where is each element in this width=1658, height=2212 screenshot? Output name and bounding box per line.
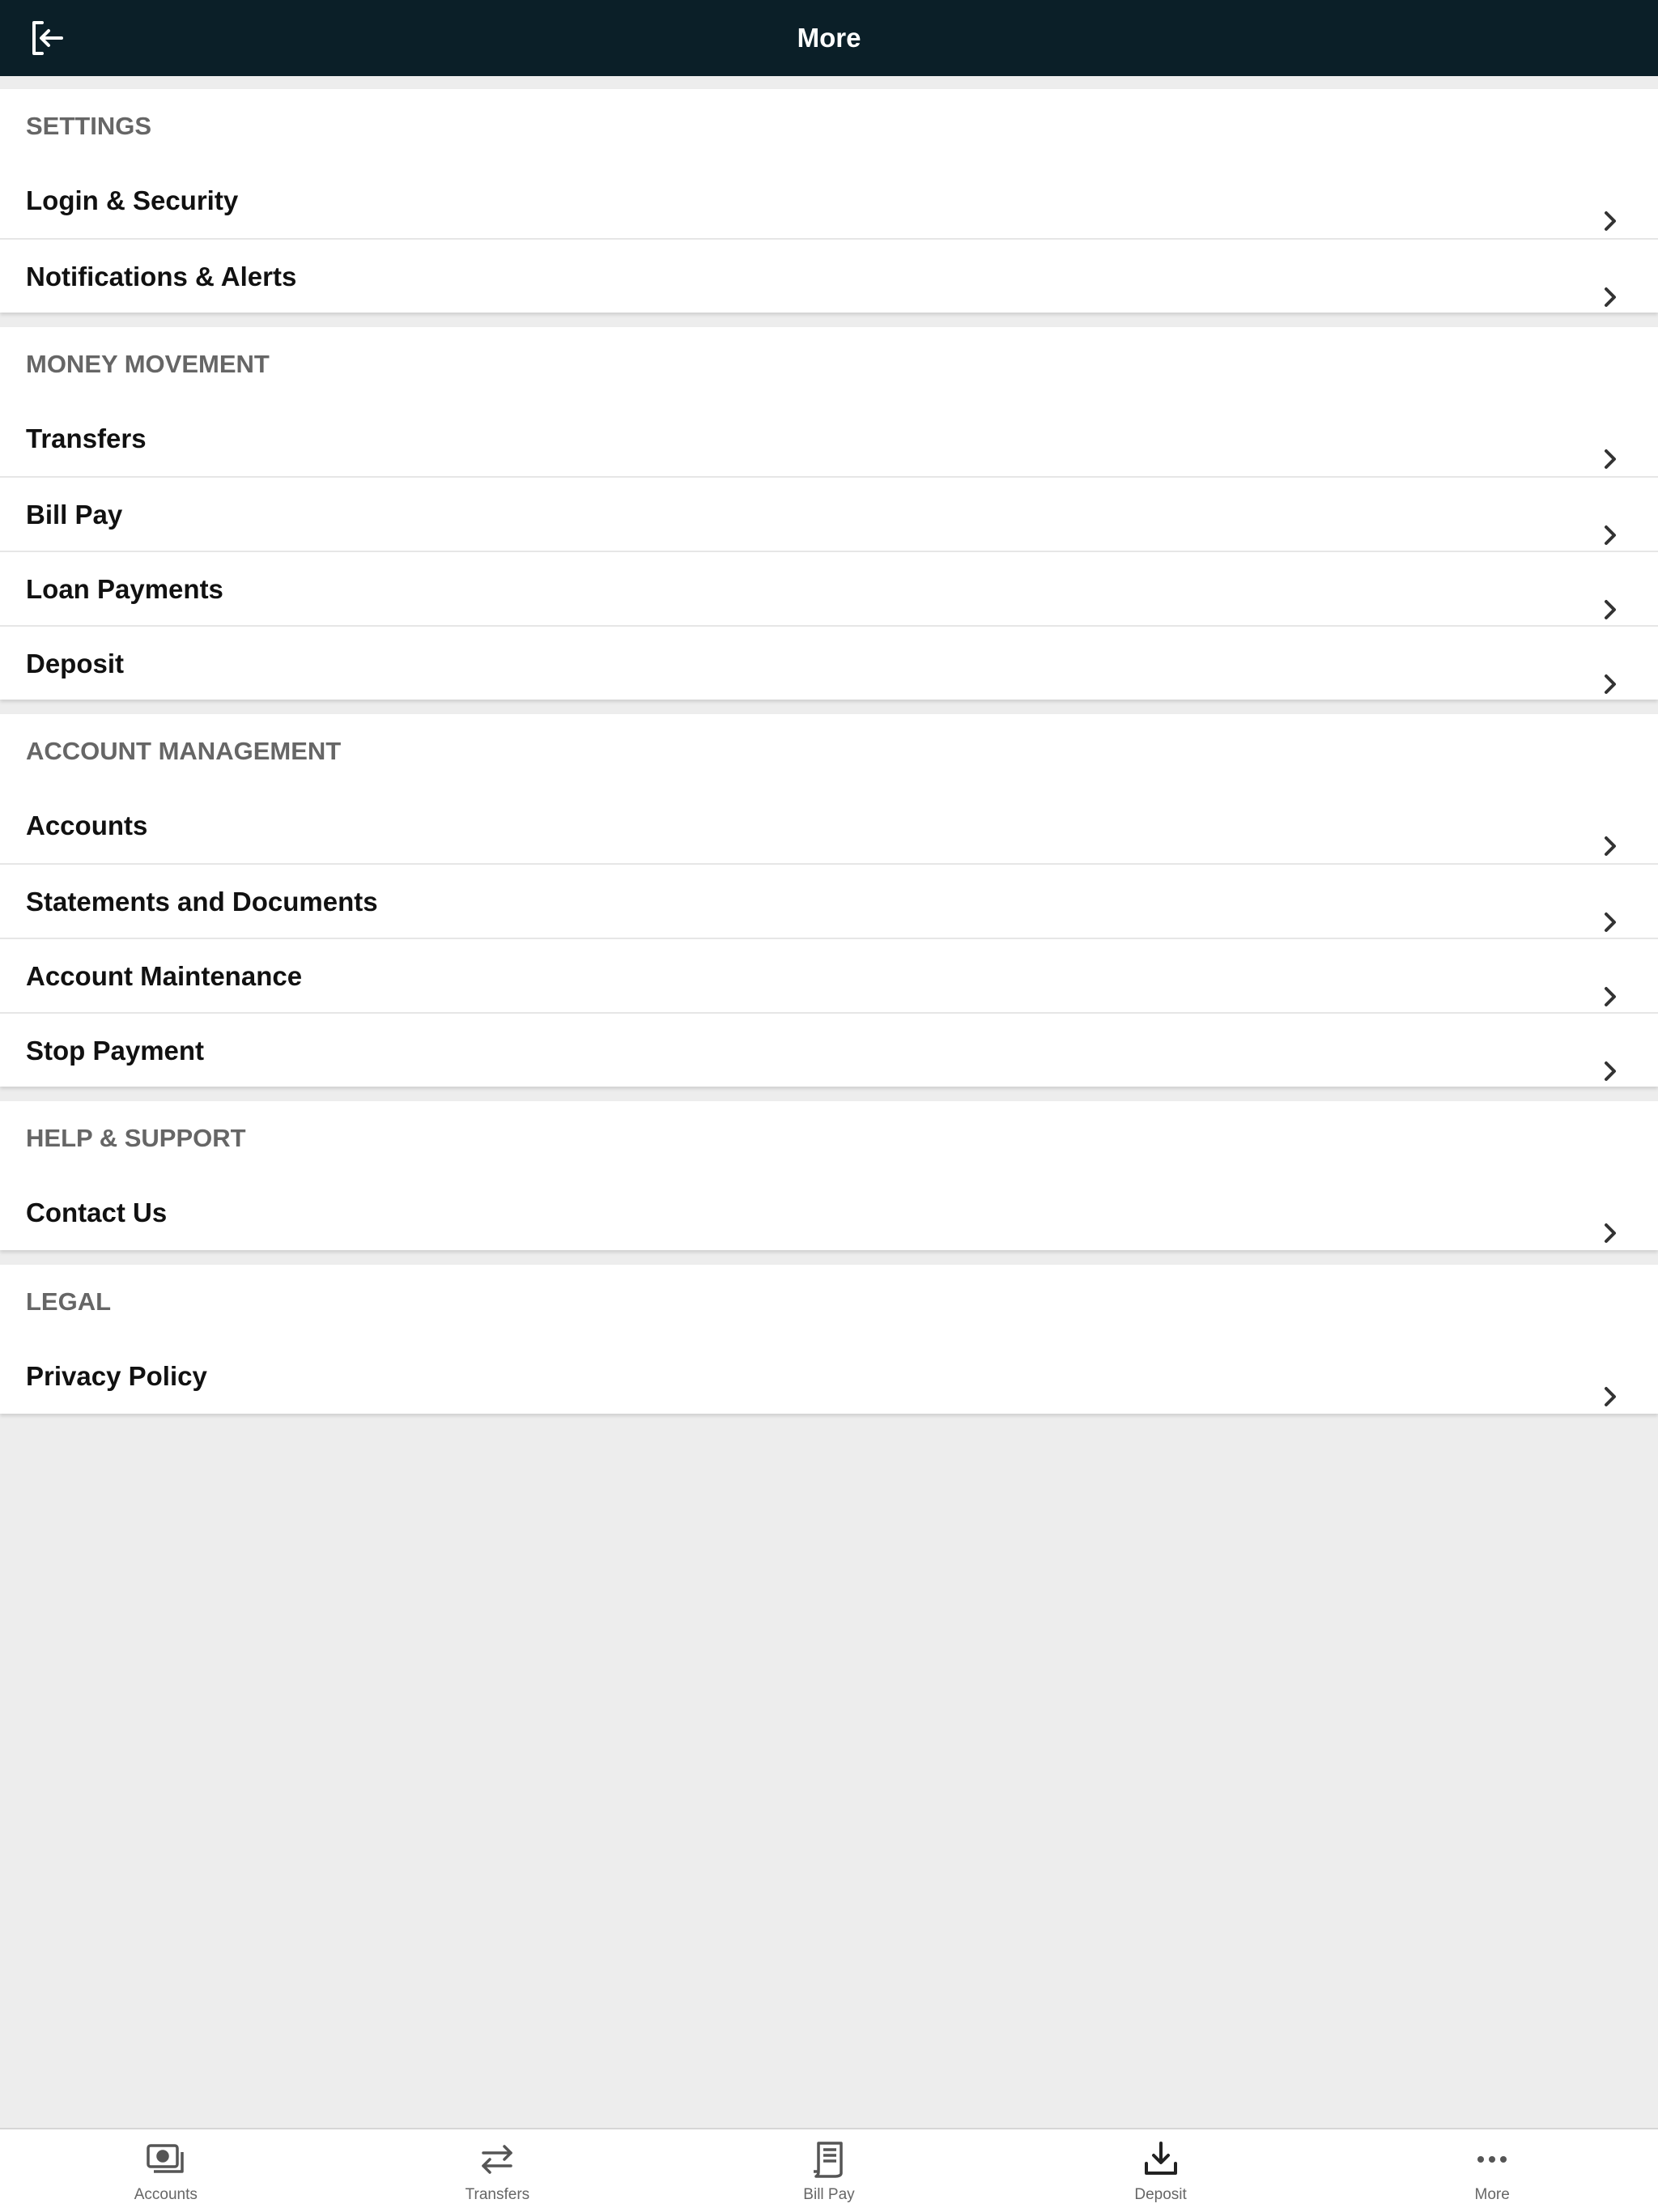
chevron-right-icon <box>1596 264 1622 307</box>
chevron-right-icon <box>1596 651 1622 694</box>
chevron-right-icon <box>1596 1038 1622 1081</box>
tab-label: Deposit <box>1134 2186 1187 2203</box>
section-title: ACCOUNT MANAGEMENT <box>26 737 342 765</box>
menu-item-label: Contact Us <box>26 1197 168 1227</box>
menu-item-label: Privacy Policy <box>26 1361 207 1391</box>
chevron-right-icon <box>1596 502 1622 545</box>
menu-item-notifications-alerts[interactable]: Notifications & Alerts <box>0 238 1658 313</box>
transfers-icon <box>477 2141 517 2178</box>
menu-item-contact-us[interactable]: Contact Us <box>0 1176 1658 1250</box>
menu-item-stop-payment[interactable]: Stop Payment <box>0 1012 1658 1087</box>
chevron-right-icon <box>1596 813 1622 856</box>
section-title: SETTINGS <box>26 112 152 140</box>
menu-item-label: Deposit <box>26 649 125 678</box>
menu-item-loan-payments[interactable]: Loan Payments <box>0 551 1658 625</box>
tab-deposit[interactable]: Deposit <box>995 2129 1327 2212</box>
menu-item-account-maintenance[interactable]: Account Maintenance <box>0 938 1658 1012</box>
menu-item-bill-pay[interactable]: Bill Pay <box>0 476 1658 551</box>
menu-item-login-security[interactable]: Login & Security <box>0 164 1658 238</box>
top-app-bar: More <box>0 0 1658 76</box>
chevron-right-icon <box>1596 188 1622 231</box>
section-settings: SETTINGS Login & Security Notifications … <box>0 89 1658 313</box>
tab-label: Transfers <box>465 2186 530 2203</box>
menu-item-label: Login & Security <box>26 185 239 215</box>
more-menu: SETTINGS Login & Security Notifications … <box>0 89 1658 1428</box>
menu-item-label: Accounts <box>26 810 148 840</box>
tab-accounts[interactable]: Accounts <box>0 2129 332 2212</box>
menu-item-deposit[interactable]: Deposit <box>0 625 1658 700</box>
menu-item-privacy-policy[interactable]: Privacy Policy <box>0 1339 1658 1414</box>
bill-pay-icon <box>809 2141 849 2178</box>
section-title: MONEY MOVEMENT <box>26 350 270 378</box>
chevron-right-icon <box>1596 889 1622 932</box>
section-title: LEGAL <box>26 1287 112 1316</box>
menu-item-transfers[interactable]: Transfers <box>0 402 1658 476</box>
page-title: More <box>797 23 861 53</box>
chevron-right-icon <box>1596 426 1622 469</box>
chevron-right-icon <box>1596 576 1622 619</box>
accounts-icon <box>146 2141 186 2178</box>
tab-label: More <box>1474 2186 1510 2203</box>
section-money-movement: MONEY MOVEMENT Transfers Bill Pay Loan P… <box>0 327 1658 700</box>
bottom-tab-bar: Accounts Transfers Bill Pay Deposit More <box>0 2128 1658 2212</box>
menu-item-accounts[interactable]: Accounts <box>0 789 1658 863</box>
tab-bill-pay[interactable]: Bill Pay <box>663 2129 995 2212</box>
tab-label: Bill Pay <box>803 2186 855 2203</box>
chevron-right-icon <box>1596 963 1622 1006</box>
menu-item-label: Bill Pay <box>26 500 123 530</box>
section-account-management: ACCOUNT MANAGEMENT Accounts Statements a… <box>0 714 1658 1087</box>
chevron-right-icon <box>1596 1363 1622 1406</box>
tab-more[interactable]: More <box>1326 2129 1658 2212</box>
section-legal: LEGAL Privacy Policy <box>0 1265 1658 1414</box>
section-help-support: HELP & SUPPORT Contact Us <box>0 1101 1658 1250</box>
tab-label: Accounts <box>134 2186 198 2203</box>
menu-item-statements-documents[interactable]: Statements and Documents <box>0 863 1658 938</box>
menu-item-label: Stop Payment <box>26 1036 205 1066</box>
chevron-right-icon <box>1596 1200 1622 1243</box>
menu-item-label: Transfers <box>26 423 147 453</box>
deposit-icon <box>1141 2141 1181 2178</box>
more-icon <box>1472 2141 1512 2178</box>
menu-item-label: Account Maintenance <box>26 961 303 991</box>
tab-transfers[interactable]: Transfers <box>332 2129 664 2212</box>
section-title: HELP & SUPPORT <box>26 1124 246 1152</box>
menu-item-label: Statements and Documents <box>26 887 378 917</box>
menu-item-label: Loan Payments <box>26 574 223 604</box>
menu-item-label: Notifications & Alerts <box>26 262 297 291</box>
